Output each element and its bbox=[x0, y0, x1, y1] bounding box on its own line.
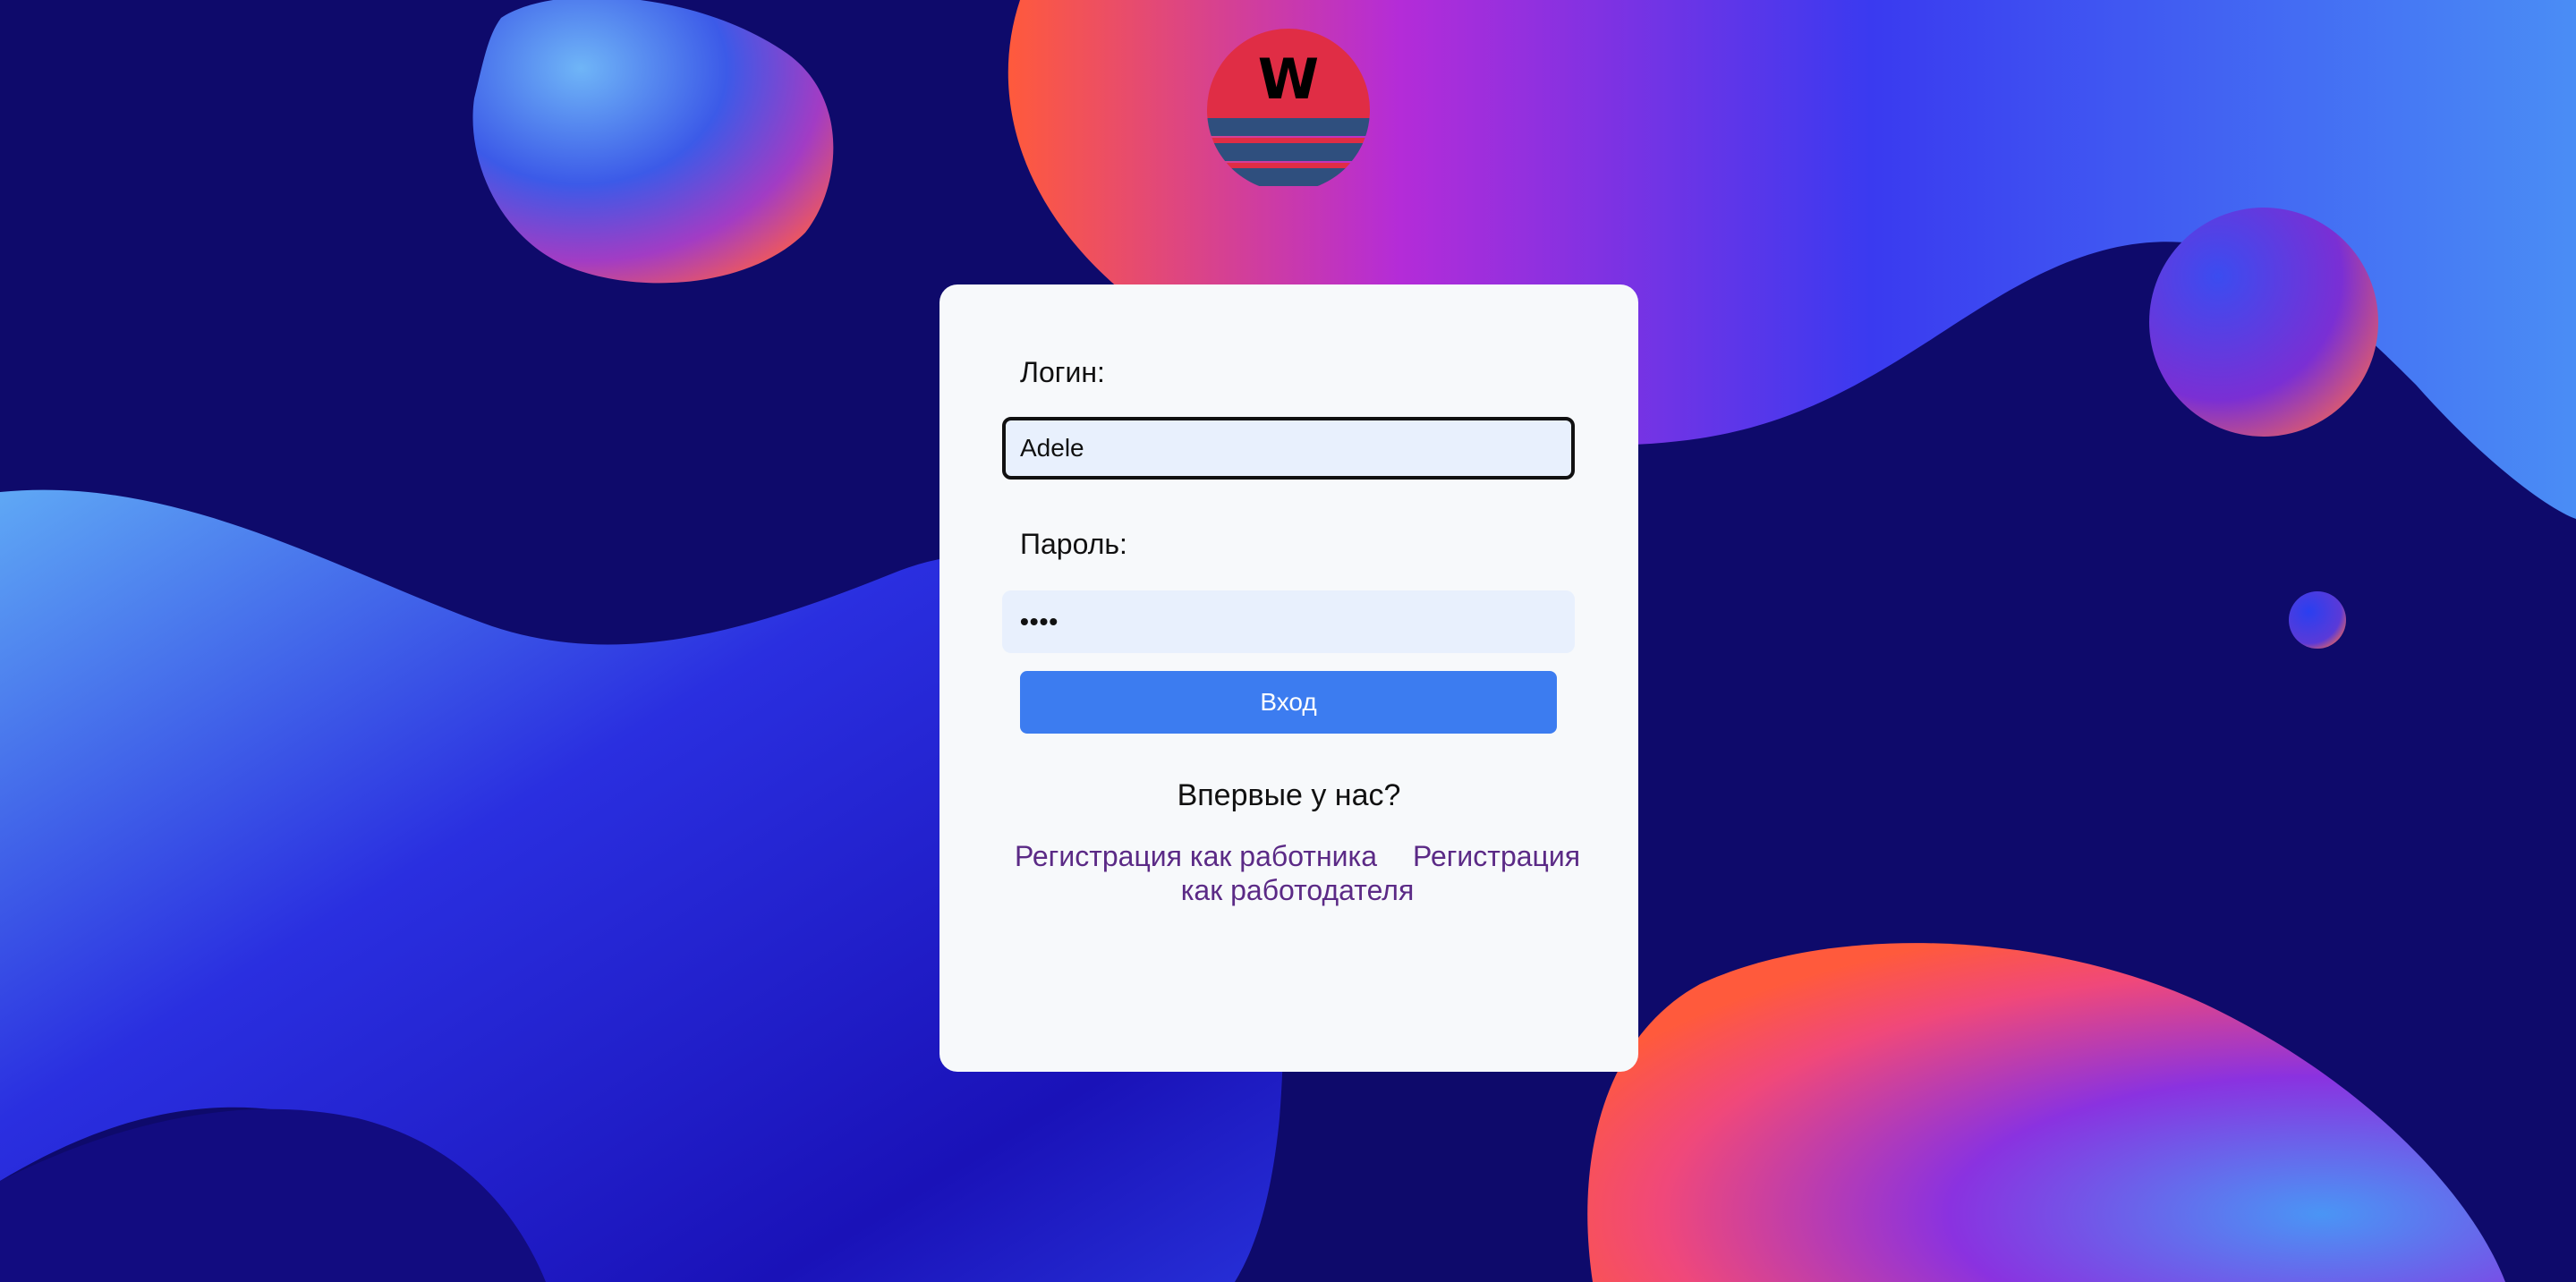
password-input[interactable]: •••• bbox=[1002, 590, 1575, 653]
register-links: Регистрация как работника Регистрация как… bbox=[993, 839, 1602, 907]
login-label: Логин: bbox=[1020, 356, 1105, 388]
first-time-prompt: Впервые у нас? bbox=[1177, 778, 1401, 812]
login-button[interactable]: Вход bbox=[1020, 671, 1557, 734]
login-page: W Логин: Adele Пароль: •••• Вход Впервые… bbox=[0, 0, 2576, 1282]
login-card: Логин: Adele Пароль: •••• Вход Впервые у… bbox=[939, 284, 1638, 1072]
logo-letter: W bbox=[1258, 47, 1319, 112]
register-worker-link[interactable]: Регистрация как работника bbox=[1015, 840, 1377, 872]
password-label: Пароль: bbox=[1020, 528, 1127, 560]
logo-icon: W bbox=[1207, 29, 1370, 186]
login-input[interactable]: Adele bbox=[1002, 417, 1575, 480]
